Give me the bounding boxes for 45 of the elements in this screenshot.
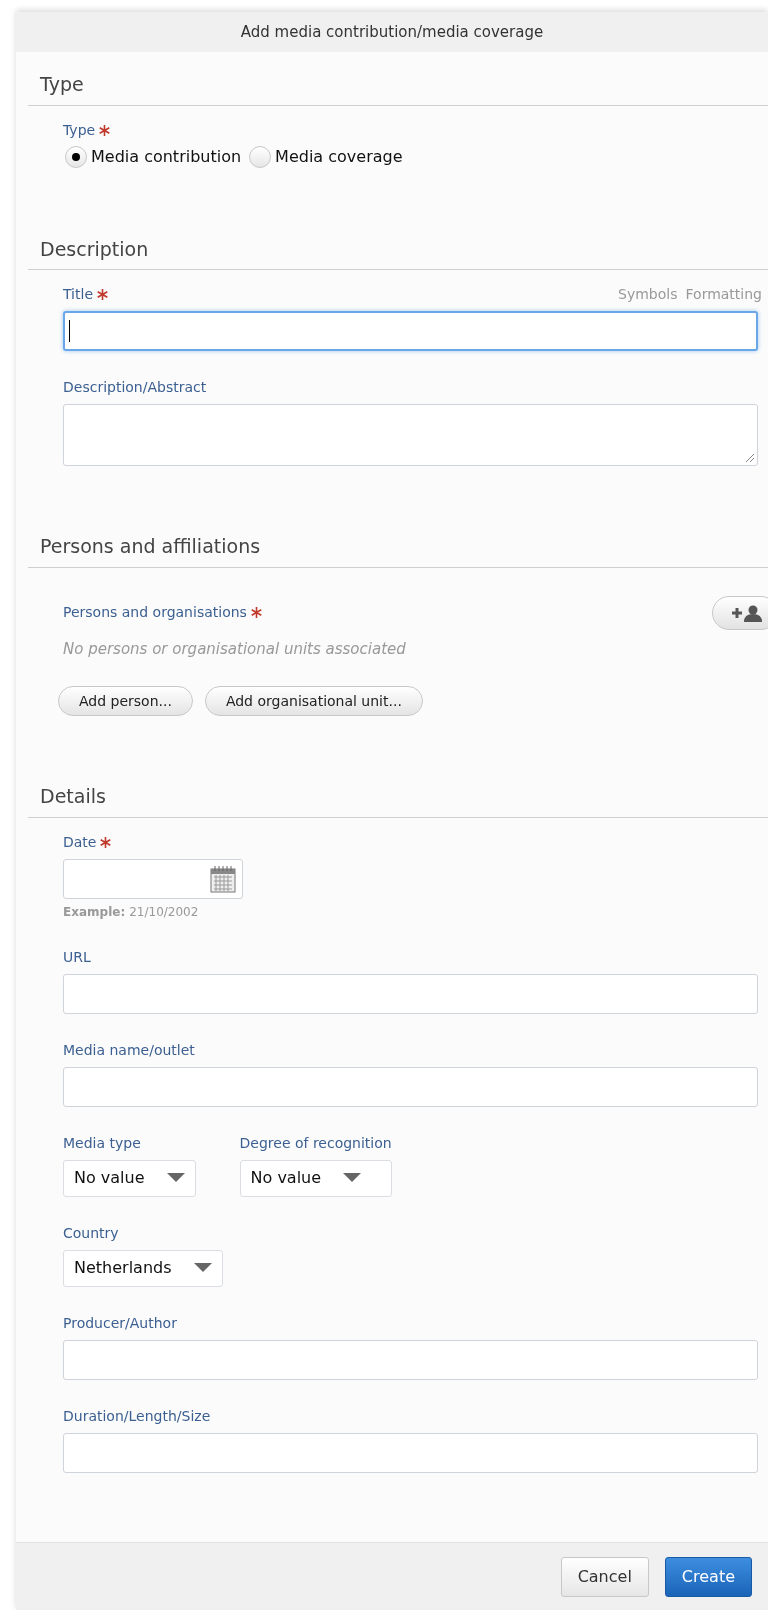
add-person-button[interactable] [712, 595, 768, 630]
text-input[interactable] [63, 1339, 758, 1380]
field-label: Country [63, 1223, 119, 1243]
select-dropdown[interactable]: No value [239, 1159, 392, 1197]
text-cursor [69, 320, 70, 342]
create-button[interactable]: Create [664, 1556, 752, 1597]
text-input[interactable] [63, 1432, 758, 1473]
field-label: Degree of recognition [239, 1133, 392, 1153]
field-label: URL [63, 947, 91, 967]
field-label: Producer/Author [63, 1313, 177, 1333]
field-label: Media type [63, 1133, 141, 1153]
resize-handle-icon[interactable] [745, 453, 754, 462]
textarea-input[interactable] [63, 404, 758, 466]
section-heading: Type [28, 70, 768, 106]
action-button[interactable]: Add person... [58, 686, 193, 716]
dialog-title: Add media contribution/media coverage [240, 21, 544, 43]
field-label: Description/Abstract [63, 378, 207, 397]
example-value: 21/10/2002 [129, 903, 199, 921]
dropdown-arrow-icon [343, 1173, 362, 1183]
radio-option[interactable]: Media contribution [65, 144, 242, 169]
field-label: Media name/outlet [63, 1040, 195, 1060]
action-button[interactable]: Add organisational unit... [204, 686, 423, 716]
field-label: Date [63, 832, 97, 852]
dropdown-arrow-icon [166, 1173, 185, 1183]
text-input[interactable] [63, 311, 758, 351]
text-input[interactable] [63, 1066, 758, 1107]
radio-button[interactable] [65, 145, 87, 168]
section-heading: Description [28, 234, 768, 270]
dropdown-arrow-icon [193, 1263, 212, 1273]
field-label: Type [63, 120, 96, 140]
calendar-icon[interactable] [210, 864, 236, 893]
section-heading: Persons and affiliations [28, 532, 768, 568]
select-dropdown[interactable]: Netherlands [63, 1249, 223, 1287]
field-label: Title [63, 285, 93, 304]
select-dropdown[interactable]: No value [63, 1159, 196, 1197]
section-heading: Details [28, 782, 768, 818]
field-label: Persons and organisations [63, 603, 247, 622]
text-input[interactable] [63, 973, 758, 1014]
example-label: Example: [63, 903, 126, 921]
radio-button[interactable] [249, 145, 272, 168]
empty-message: No persons or organisational units associated [63, 638, 407, 660]
cancel-button[interactable]: Cancel [560, 1556, 649, 1597]
field-label: Duration/Length/Size [63, 1406, 211, 1426]
date-input[interactable] [63, 858, 243, 899]
radio-option[interactable]: Media coverage [249, 144, 403, 169]
